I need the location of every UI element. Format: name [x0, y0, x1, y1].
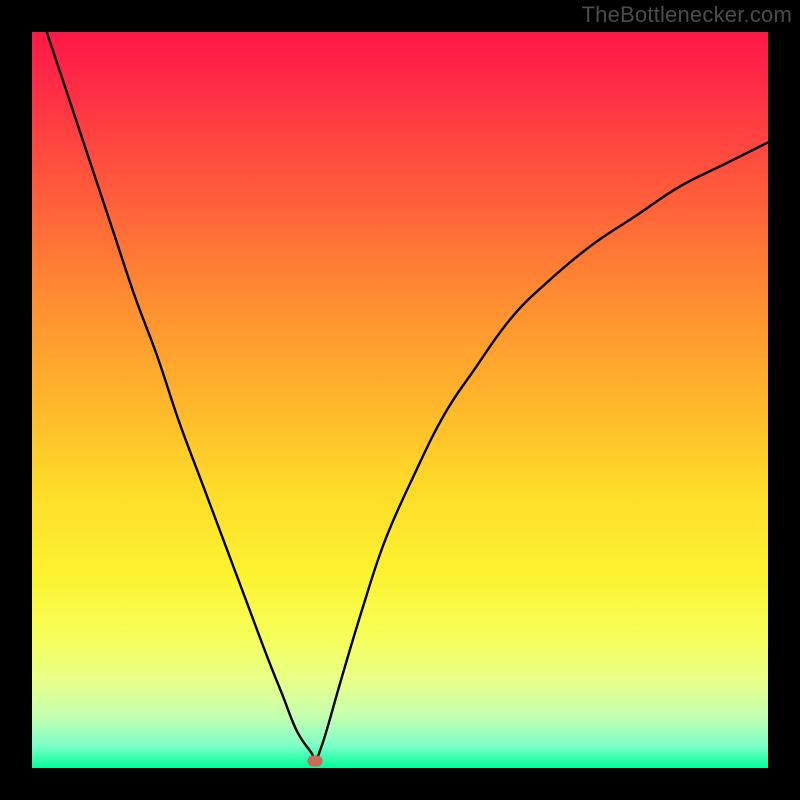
chart-frame: TheBottlenecker.com — [0, 0, 800, 800]
optimal-point-marker — [308, 755, 323, 766]
bottleneck-curve — [47, 32, 768, 761]
plot-area — [32, 32, 768, 768]
curve-svg — [32, 32, 768, 768]
watermark-text: TheBottlenecker.com — [582, 2, 792, 28]
